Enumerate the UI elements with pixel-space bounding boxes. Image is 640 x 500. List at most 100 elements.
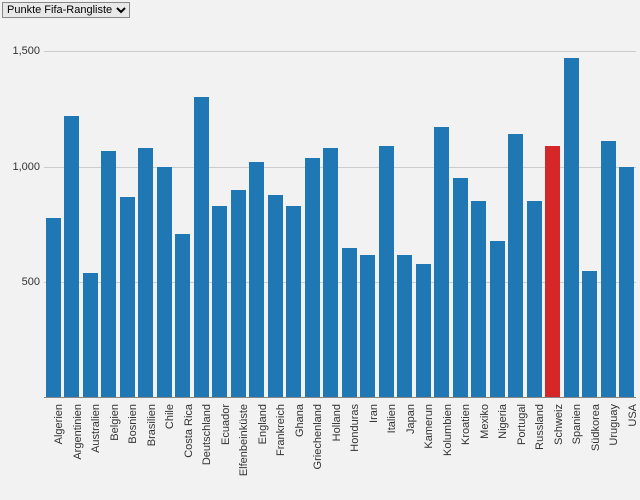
bar <box>601 141 616 398</box>
bar-slot <box>359 28 378 398</box>
bar-slot <box>488 28 507 398</box>
x-slot: England <box>248 400 267 500</box>
bar <box>157 167 172 398</box>
bar <box>434 127 449 398</box>
y-tick-label: 1,500 <box>0 45 40 57</box>
bar <box>175 234 190 398</box>
x-slot: Italien <box>377 400 396 500</box>
bar <box>323 148 338 398</box>
bar <box>453 178 468 398</box>
bar-chart: 500 1,000 1,500 AlgerienArgentinienAustral… <box>0 28 640 500</box>
bar-slot <box>525 28 544 398</box>
bar-slot <box>581 28 600 398</box>
x-slot: Kroatien <box>451 400 470 500</box>
bar-slot <box>174 28 193 398</box>
bar <box>249 162 264 398</box>
bar <box>194 97 209 398</box>
bar-slot <box>433 28 452 398</box>
x-slot: Chile <box>155 400 174 500</box>
x-slot: Costa Rica <box>174 400 193 500</box>
bar-slot <box>377 28 396 398</box>
bar <box>379 146 394 398</box>
bar <box>83 273 98 398</box>
bar <box>545 146 560 398</box>
bar-slot <box>322 28 341 398</box>
bar-slot <box>451 28 470 398</box>
bar-slot <box>303 28 322 398</box>
bar <box>564 58 579 398</box>
x-slot: Ghana <box>285 400 304 500</box>
x-axis: AlgerienArgentinienAustralienBelgienBosn… <box>44 400 636 500</box>
y-tick-label: 500 <box>0 276 40 288</box>
x-slot: Australien <box>81 400 100 500</box>
x-slot: Schweiz <box>544 400 563 500</box>
plot-area <box>44 28 636 398</box>
x-slot: Elfenbeinküste <box>229 400 248 500</box>
bar <box>342 248 357 398</box>
bar <box>360 255 375 398</box>
bar-slot <box>618 28 637 398</box>
bar <box>46 218 61 398</box>
bar-slot <box>544 28 563 398</box>
bar-slot <box>81 28 100 398</box>
x-slot: Südkorea <box>581 400 600 500</box>
bar <box>527 201 542 398</box>
bar-slot <box>155 28 174 398</box>
x-slot: Mexiko <box>470 400 489 500</box>
bar-slot <box>100 28 119 398</box>
bar <box>397 255 412 398</box>
x-slot: Uruguay <box>599 400 618 500</box>
y-tick-label: 1,000 <box>0 161 40 173</box>
bar-slot <box>229 28 248 398</box>
bar <box>490 241 505 398</box>
x-slot: Bosnien <box>118 400 137 500</box>
bar-slot <box>340 28 359 398</box>
bar-slot <box>266 28 285 398</box>
bar-slot <box>507 28 526 398</box>
bar-slot <box>44 28 63 398</box>
bar <box>471 201 486 398</box>
bar-slot <box>285 28 304 398</box>
bar-slot <box>414 28 433 398</box>
x-slot: USA <box>618 400 637 500</box>
x-slot: Nigeria <box>488 400 507 500</box>
bar-slot <box>118 28 137 398</box>
x-baseline <box>44 397 636 398</box>
x-slot: Algerien <box>44 400 63 500</box>
x-slot: Spanien <box>562 400 581 500</box>
bar <box>582 271 597 398</box>
x-slot: Honduras <box>340 400 359 500</box>
bar <box>286 206 301 398</box>
bar-slot <box>63 28 82 398</box>
x-slot: Japan <box>396 400 415 500</box>
bar <box>268 195 283 399</box>
x-slot: Kamerun <box>414 400 433 500</box>
bar <box>416 264 431 398</box>
x-slot: Argentinien <box>63 400 82 500</box>
bar <box>619 167 634 398</box>
x-slot: Iran <box>359 400 378 500</box>
x-slot: Deutschland <box>192 400 211 500</box>
x-tick-label: USA <box>627 404 639 427</box>
y-axis: 500 1,000 1,500 <box>0 28 42 398</box>
bar <box>508 134 523 398</box>
bar-slot <box>137 28 156 398</box>
x-slot: Holland <box>322 400 341 500</box>
x-slot: Belgien <box>100 400 119 500</box>
bar <box>64 116 79 398</box>
x-slot: Ecuador <box>211 400 230 500</box>
bar-slot <box>192 28 211 398</box>
bar <box>138 148 153 398</box>
bar <box>305 158 320 399</box>
x-slot: Russland <box>525 400 544 500</box>
metric-selector[interactable]: Punkte Fifa-Rangliste <box>2 2 130 18</box>
bar <box>101 151 116 398</box>
bar-slot <box>248 28 267 398</box>
bar <box>120 197 135 398</box>
bar-slot <box>211 28 230 398</box>
bar-slot <box>396 28 415 398</box>
bar <box>231 190 246 398</box>
x-slot: Frankreich <box>266 400 285 500</box>
bar-slot <box>470 28 489 398</box>
x-slot: Portugal <box>507 400 526 500</box>
